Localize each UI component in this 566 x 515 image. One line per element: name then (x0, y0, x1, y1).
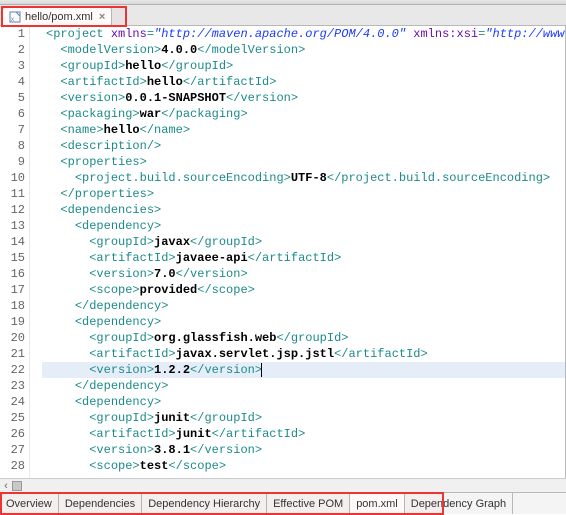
bottom-tab-pom-xml[interactable]: pom.xml (350, 493, 405, 514)
code-line[interactable]: <artifactId>javaee-api</artifactId> (42, 250, 565, 266)
bottom-tab-overview[interactable]: Overview (0, 493, 59, 514)
code-line[interactable]: <dependency> (42, 394, 565, 410)
xml-editor[interactable]: 1234567891011121314151617181920212223242… (0, 26, 566, 478)
line-number: 22 (0, 362, 25, 378)
code-line[interactable]: <groupId>javax</groupId> (42, 234, 565, 250)
code-line[interactable]: <version>3.8.1</version> (42, 442, 565, 458)
bottom-tab-dependency-hierarchy[interactable]: Dependency Hierarchy (142, 493, 267, 514)
code-line[interactable]: <artifactId>hello</artifactId> (42, 74, 565, 90)
scroll-left-arrow-icon[interactable]: ‹ (0, 479, 12, 493)
line-number: 2 (0, 42, 25, 58)
line-number: 25 (0, 410, 25, 426)
code-line[interactable]: <modelVersion>4.0.0</modelVersion> (42, 42, 565, 58)
bottom-tab-dependency-graph[interactable]: Dependency Graph (405, 493, 513, 514)
svg-text:x: x (11, 17, 14, 23)
bottom-tab-effective-pom[interactable]: Effective POM (267, 493, 350, 514)
line-number: 16 (0, 266, 25, 282)
bottom-tab-dependencies[interactable]: Dependencies (59, 493, 142, 514)
code-line[interactable]: <groupId>junit</groupId> (42, 410, 565, 426)
code-content[interactable]: <project xmlns="http://maven.apache.org/… (42, 26, 565, 478)
code-line[interactable]: <properties> (42, 154, 565, 170)
line-number: 7 (0, 122, 25, 138)
editor-tab-pom[interactable]: x hello/pom.xml × (2, 7, 112, 26)
xml-file-icon: x (9, 11, 21, 23)
code-line[interactable]: <description/> (42, 138, 565, 154)
fold-bar (30, 26, 42, 478)
line-number: 5 (0, 90, 25, 106)
code-line[interactable]: <dependencies> (42, 202, 565, 218)
line-number: 27 (0, 442, 25, 458)
editor-bottom-tabs: OverviewDependenciesDependency Hierarchy… (0, 492, 566, 514)
line-number: 4 (0, 74, 25, 90)
line-number: 11 (0, 186, 25, 202)
line-number: 24 (0, 394, 25, 410)
code-line[interactable]: <groupId>hello</groupId> (42, 58, 565, 74)
code-line[interactable]: <name>hello</name> (42, 122, 565, 138)
code-line[interactable]: <scope>provided</scope> (42, 282, 565, 298)
line-number: 28 (0, 458, 25, 474)
line-number: 10 (0, 170, 25, 186)
line-number: 8 (0, 138, 25, 154)
line-number: 18 (0, 298, 25, 314)
line-number: 12 (0, 202, 25, 218)
code-line[interactable]: <packaging>war</packaging> (42, 106, 565, 122)
line-number: 14 (0, 234, 25, 250)
line-number: 26 (0, 426, 25, 442)
code-line[interactable]: <artifactId>junit</artifactId> (42, 426, 565, 442)
line-number: 13 (0, 218, 25, 234)
code-line[interactable]: <artifactId>javax.servlet.jsp.jstl</arti… (42, 346, 565, 362)
line-number: 19 (0, 314, 25, 330)
line-number: 23 (0, 378, 25, 394)
code-line[interactable]: </dependency> (42, 298, 565, 314)
code-line[interactable]: </properties> (42, 186, 565, 202)
line-number: 9 (0, 154, 25, 170)
code-line[interactable]: <dependency> (42, 314, 565, 330)
line-number: 20 (0, 330, 25, 346)
line-number-gutter: 1234567891011121314151617181920212223242… (0, 26, 30, 478)
code-line[interactable]: <project.build.sourceEncoding>UTF-8</pro… (42, 170, 565, 186)
editor-tab-label: hello/pom.xml (25, 11, 93, 23)
code-line[interactable]: </dependency> (42, 378, 565, 394)
line-number: 21 (0, 346, 25, 362)
code-line[interactable]: <project xmlns="http://maven.apache.org/… (42, 26, 565, 42)
line-number: 1 (0, 26, 25, 42)
close-icon[interactable]: × (99, 11, 105, 23)
line-number: 6 (0, 106, 25, 122)
scrollbar-thumb[interactable] (12, 481, 22, 491)
code-line[interactable]: <version>1.2.2</version> (42, 362, 565, 378)
code-line[interactable]: <version>0.0.1-SNAPSHOT</version> (42, 90, 565, 106)
code-line[interactable]: <groupId>org.glassfish.web</groupId> (42, 330, 565, 346)
horizontal-scrollbar[interactable]: ‹ (0, 478, 566, 492)
code-line[interactable]: <version>7.0</version> (42, 266, 565, 282)
line-number: 3 (0, 58, 25, 74)
code-line[interactable]: <scope>test</scope> (42, 458, 565, 474)
code-line[interactable]: <dependency> (42, 218, 565, 234)
line-number: 17 (0, 282, 25, 298)
editor-tab-bar: x hello/pom.xml × (0, 5, 566, 26)
line-number: 15 (0, 250, 25, 266)
